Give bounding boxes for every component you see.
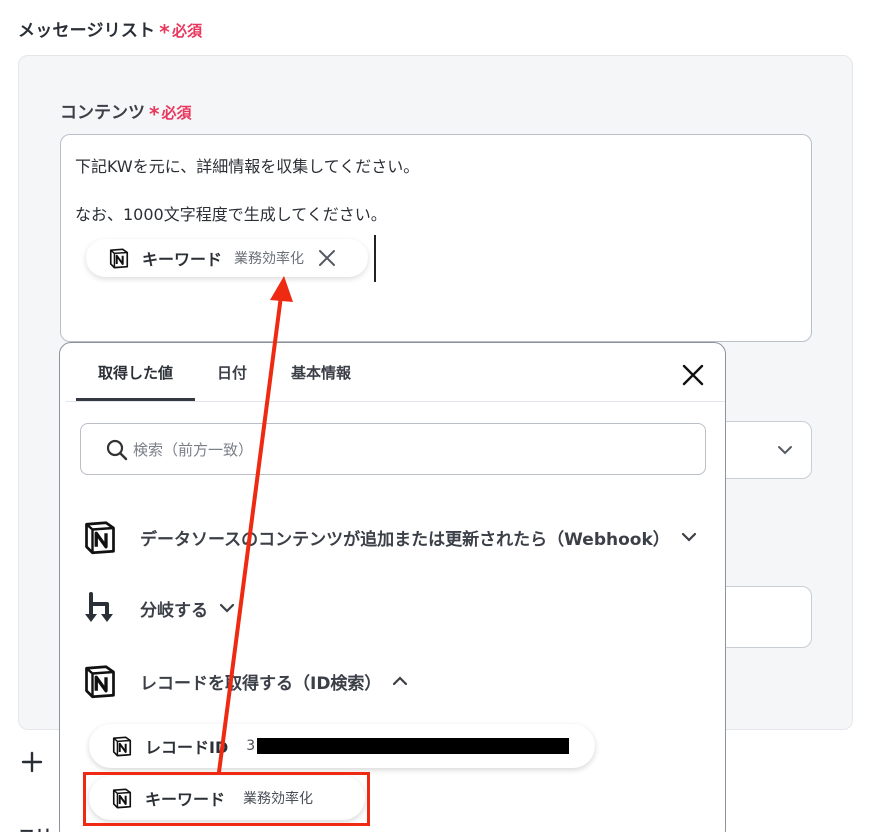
required-asterisk-icon: * bbox=[149, 102, 160, 126]
message-list-label: メッセージリスト * 必須 bbox=[18, 16, 202, 44]
notion-icon bbox=[112, 736, 132, 757]
keyword-variable-chip[interactable]: キーワード 業務効率化 bbox=[86, 239, 368, 277]
tab-basic-info[interactable]: 基本情報 bbox=[269, 362, 373, 401]
remove-chip-icon[interactable] bbox=[318, 249, 336, 267]
annotation-highlight-box bbox=[83, 772, 370, 826]
tab-divider bbox=[66, 401, 725, 402]
group-title: データソースのコンテンツが追加または更新されたら（Webhook） bbox=[140, 529, 670, 550]
group-title: レコードを取得する（ID検索） bbox=[140, 673, 382, 694]
required-mark: * 必須 bbox=[159, 20, 203, 44]
editor-line-2: なお、1000文字程度で生成してください。 bbox=[75, 205, 387, 224]
message-list-label-text: メッセージリスト bbox=[18, 21, 156, 41]
search-input[interactable] bbox=[133, 438, 673, 462]
text-caret bbox=[374, 235, 376, 282]
item-name: レコードID bbox=[145, 738, 229, 757]
item-value: 3 bbox=[246, 738, 256, 754]
search-box bbox=[80, 423, 706, 475]
chip-value: 業務効率化 bbox=[234, 251, 305, 267]
search-icon bbox=[106, 439, 128, 461]
content-editor[interactable]: 下記KWを元に、詳細情報を収集してください。 なお、1000文字程度で生成してく… bbox=[60, 134, 812, 342]
tab-date[interactable]: 日付 bbox=[195, 362, 269, 401]
notion-icon bbox=[109, 248, 129, 269]
record-id-item[interactable]: レコードID 3 bbox=[89, 724, 595, 768]
chevron-down-icon bbox=[778, 446, 792, 455]
required-mark: * 必須 bbox=[149, 102, 192, 126]
group-title: 分岐する bbox=[140, 600, 208, 621]
chevron-up-icon bbox=[393, 676, 408, 686]
content-label: コンテンツ * 必須 bbox=[60, 98, 191, 126]
picker-tabs: 取得した値 日付 基本情報 bbox=[76, 343, 373, 401]
redaction-bar bbox=[257, 738, 570, 754]
content-label-text: コンテンツ bbox=[60, 103, 145, 123]
required-asterisk-icon: * bbox=[159, 20, 170, 44]
add-icon[interactable] bbox=[20, 750, 44, 774]
chip-name: キーワード bbox=[142, 250, 223, 269]
group-webhook-trigger[interactable]: データソースのコンテンツが追加または更新されたら（Webhook） bbox=[82, 519, 698, 555]
notion-icon bbox=[85, 521, 115, 555]
tab-obtained-values[interactable]: 取得した値 bbox=[76, 362, 196, 401]
chevron-down-icon bbox=[219, 603, 235, 613]
close-icon[interactable] bbox=[679, 361, 707, 389]
chevron-down-icon bbox=[681, 532, 696, 542]
editor-line-1: 下記KWを元に、詳細情報を収集してください。 bbox=[75, 157, 420, 176]
group-get-record[interactable]: レコードを取得する（ID検索） bbox=[82, 663, 409, 699]
value-picker-dropdown: 取得した値 日付 基本情報 データソースのコンテンツが追加または更新されたら（W… bbox=[59, 342, 726, 832]
required-text: 必須 bbox=[171, 22, 203, 40]
notion-icon bbox=[85, 665, 115, 699]
required-text: 必須 bbox=[161, 104, 192, 122]
group-branch[interactable]: 分岐する bbox=[82, 590, 236, 626]
branch-icon bbox=[85, 592, 113, 622]
next-field-label: コリー bbox=[18, 822, 69, 832]
